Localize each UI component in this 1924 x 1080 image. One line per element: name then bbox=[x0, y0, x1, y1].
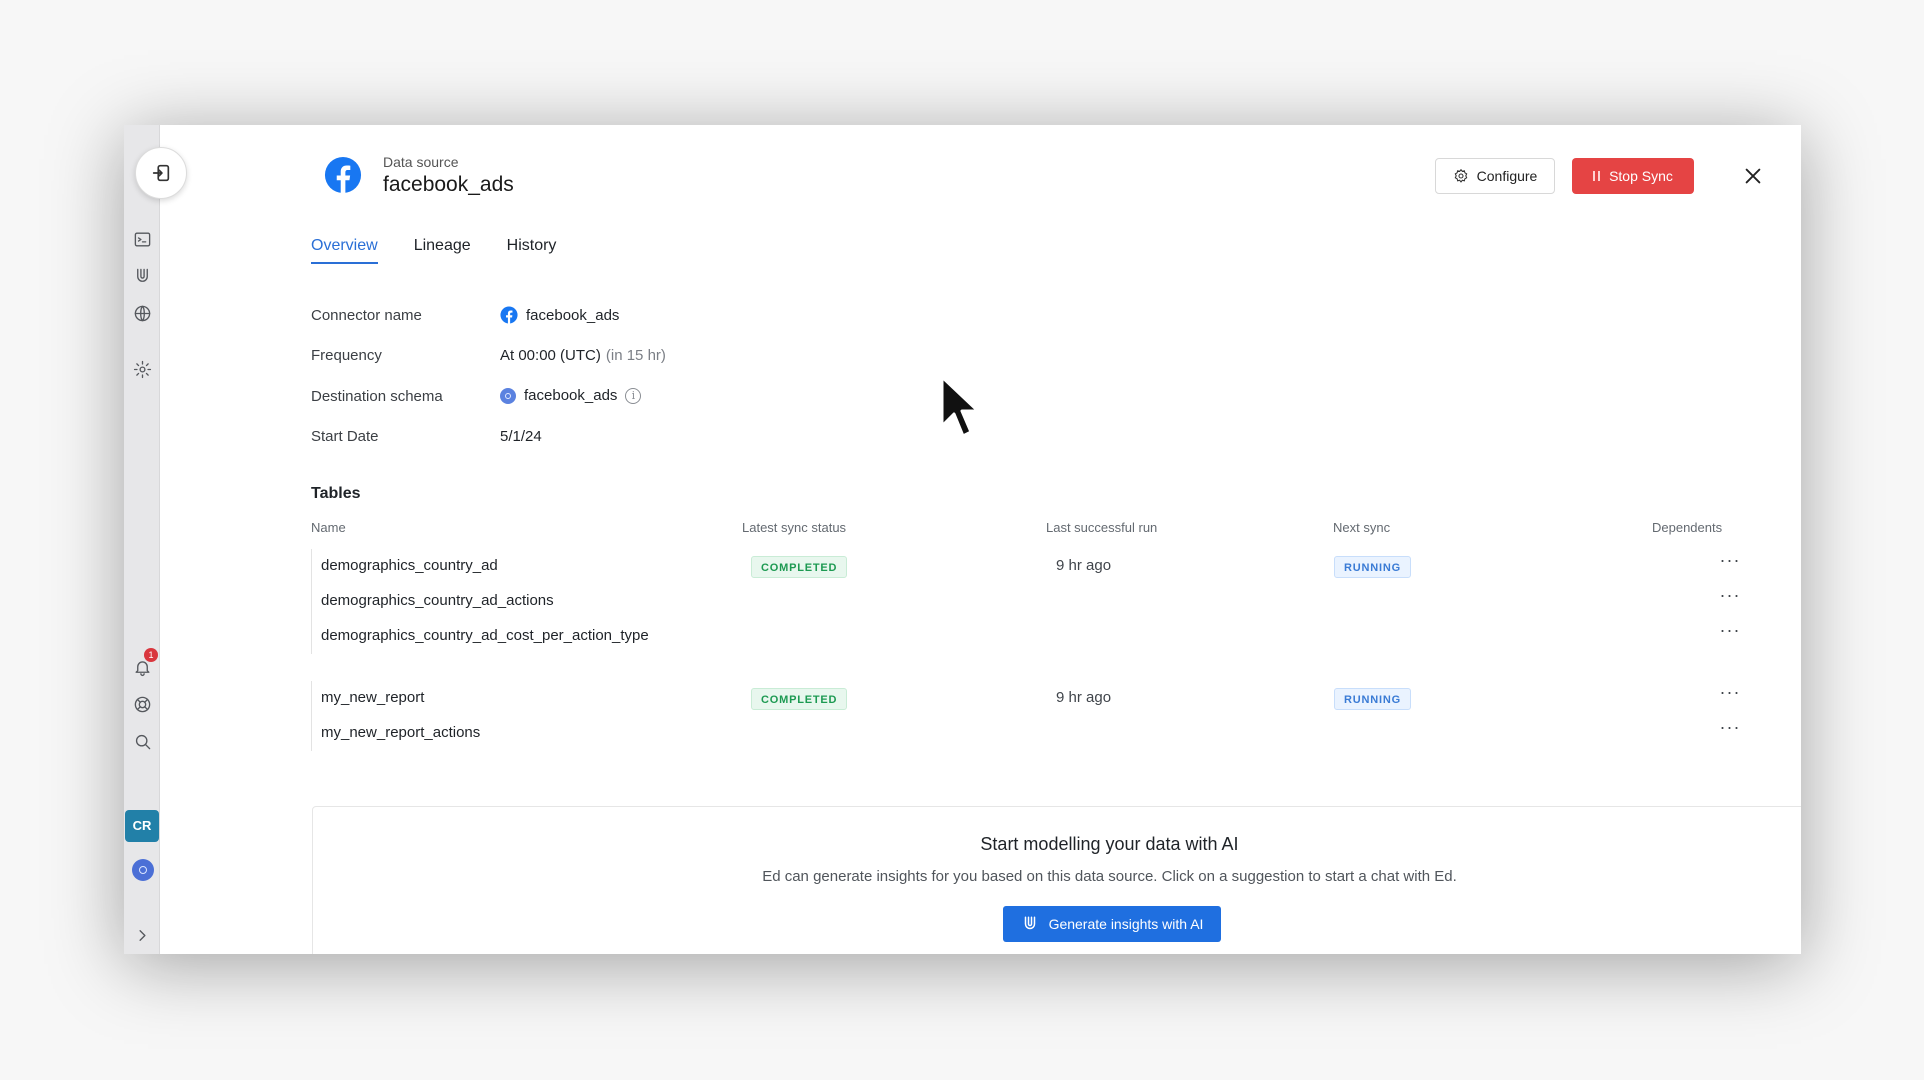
pause-icon bbox=[1593, 171, 1601, 181]
generate-insights-label: Generate insights with AI bbox=[1048, 916, 1204, 932]
destination-schema-text: facebook_ads bbox=[524, 387, 618, 404]
terminal-icon[interactable] bbox=[132, 229, 152, 249]
generate-insights-button[interactable]: Generate insights with AI bbox=[1003, 906, 1221, 942]
page-title: facebook_ads bbox=[383, 173, 514, 196]
expand-chevron-icon[interactable] bbox=[132, 925, 152, 945]
more-options-icon[interactable]: ··· bbox=[1717, 586, 1743, 609]
column-header-dependents: Dependents bbox=[1652, 520, 1723, 535]
ai-insights-card: Start modelling your data with AI Ed can… bbox=[312, 806, 1801, 954]
close-icon bbox=[1745, 168, 1761, 184]
avatar[interactable]: CR bbox=[125, 810, 159, 842]
header-subtitle: Data source bbox=[383, 154, 459, 170]
table-name[interactable]: demographics_country_ad bbox=[321, 557, 498, 574]
connector-name-text: facebook_ads bbox=[526, 306, 620, 324]
more-options-icon[interactable]: ··· bbox=[1717, 551, 1743, 574]
table-group: demographics_country_ad COMPLETED 9 hr a… bbox=[311, 549, 1791, 654]
warehouse-icon bbox=[500, 387, 516, 404]
next-sync-badge: RUNNING bbox=[1334, 556, 1411, 578]
table-row[interactable]: my_new_report COMPLETED 9 hr ago RUNNING… bbox=[312, 681, 1791, 716]
configure-button[interactable]: Configure bbox=[1435, 158, 1555, 194]
configure-label: Configure bbox=[1476, 168, 1538, 184]
connector-name-value: facebook_ads bbox=[500, 306, 619, 324]
table-row[interactable]: my_new_report_actions ··· bbox=[312, 716, 1791, 751]
tab-history[interactable]: History bbox=[507, 237, 557, 264]
stop-sync-label: Stop Sync bbox=[1609, 168, 1673, 184]
ai-magnet-icon bbox=[1024, 916, 1035, 930]
tab-lineage[interactable]: Lineage bbox=[414, 237, 471, 264]
collapse-panel-button[interactable] bbox=[135, 147, 187, 199]
status-badge: COMPLETED bbox=[751, 688, 848, 710]
more-options-icon[interactable]: ··· bbox=[1717, 683, 1743, 706]
table-row[interactable]: demographics_country_ad_cost_per_action_… bbox=[312, 619, 1791, 654]
mouse-cursor-icon bbox=[940, 375, 980, 438]
last-run-text: 9 hr ago bbox=[1056, 557, 1112, 574]
frequency-text: At 00:00 (UTC) bbox=[500, 347, 601, 364]
frequency-label: Frequency bbox=[311, 347, 382, 364]
ai-card-title: Start modelling your data with AI bbox=[980, 834, 1239, 854]
settings-icon[interactable] bbox=[132, 359, 152, 379]
destination-schema-value: facebook_ads i bbox=[500, 387, 642, 404]
gear-icon bbox=[1454, 168, 1467, 183]
column-header-name: Name bbox=[311, 520, 346, 535]
globe-icon[interactable] bbox=[132, 303, 152, 323]
frequency-value: At 00:00 (UTC) (in 15 hr) bbox=[500, 347, 666, 364]
column-header-next-sync: Next sync bbox=[1333, 520, 1391, 535]
info-icon[interactable]: i bbox=[625, 387, 642, 404]
more-options-icon[interactable]: ··· bbox=[1717, 718, 1743, 741]
notification-badge: 1 bbox=[144, 648, 158, 662]
table-group: my_new_report COMPLETED 9 hr ago RUNNING… bbox=[311, 681, 1791, 751]
tab-overview[interactable]: Overview bbox=[311, 237, 378, 264]
column-header-status: Latest sync status bbox=[742, 520, 847, 535]
table-name[interactable]: my_new_report bbox=[321, 689, 424, 706]
tab-bar: Overview Lineage History bbox=[311, 237, 556, 264]
status-badge: COMPLETED bbox=[751, 556, 848, 578]
ai-card-description: Ed can generate insights for you based o… bbox=[762, 868, 1457, 885]
sidebar-rail: 1 CR bbox=[124, 125, 160, 954]
frequency-hint: (in 15 hr) bbox=[605, 347, 666, 364]
table-name[interactable]: my_new_report_actions bbox=[321, 724, 480, 741]
table-row[interactable]: demographics_country_ad_actions ··· bbox=[312, 584, 1791, 619]
more-options-icon[interactable]: ··· bbox=[1717, 621, 1743, 644]
column-header-last-run: Last successful run bbox=[1046, 520, 1158, 535]
ai-magnet-icon[interactable] bbox=[132, 266, 152, 286]
start-date-value: 5/1/24 bbox=[500, 428, 542, 445]
data-source-panel: Data source facebook_ads Configure Stop … bbox=[160, 125, 1801, 954]
destination-schema-label: Destination schema bbox=[311, 388, 443, 405]
table-name[interactable]: demographics_country_ad_actions bbox=[321, 592, 554, 609]
workspace-icon[interactable] bbox=[132, 859, 154, 881]
start-date-label: Start Date bbox=[311, 428, 379, 445]
search-icon[interactable] bbox=[132, 731, 152, 751]
table-row[interactable]: demographics_country_ad COMPLETED 9 hr a… bbox=[312, 549, 1791, 584]
app-window: 1 CR Data source facebook_ads Configure … bbox=[124, 125, 1801, 954]
tables-heading: Tables bbox=[311, 485, 361, 502]
help-icon[interactable] bbox=[132, 694, 152, 714]
next-sync-badge: RUNNING bbox=[1334, 688, 1411, 710]
last-run-text: 9 hr ago bbox=[1056, 689, 1112, 706]
facebook-icon bbox=[500, 306, 518, 324]
table-name[interactable]: demographics_country_ad_cost_per_action_… bbox=[321, 627, 649, 644]
close-button[interactable] bbox=[1742, 165, 1764, 187]
connector-name-label: Connector name bbox=[311, 307, 422, 324]
facebook-logo-icon bbox=[324, 156, 362, 194]
stop-sync-button[interactable]: Stop Sync bbox=[1572, 158, 1694, 194]
exit-panel-icon bbox=[152, 164, 170, 182]
